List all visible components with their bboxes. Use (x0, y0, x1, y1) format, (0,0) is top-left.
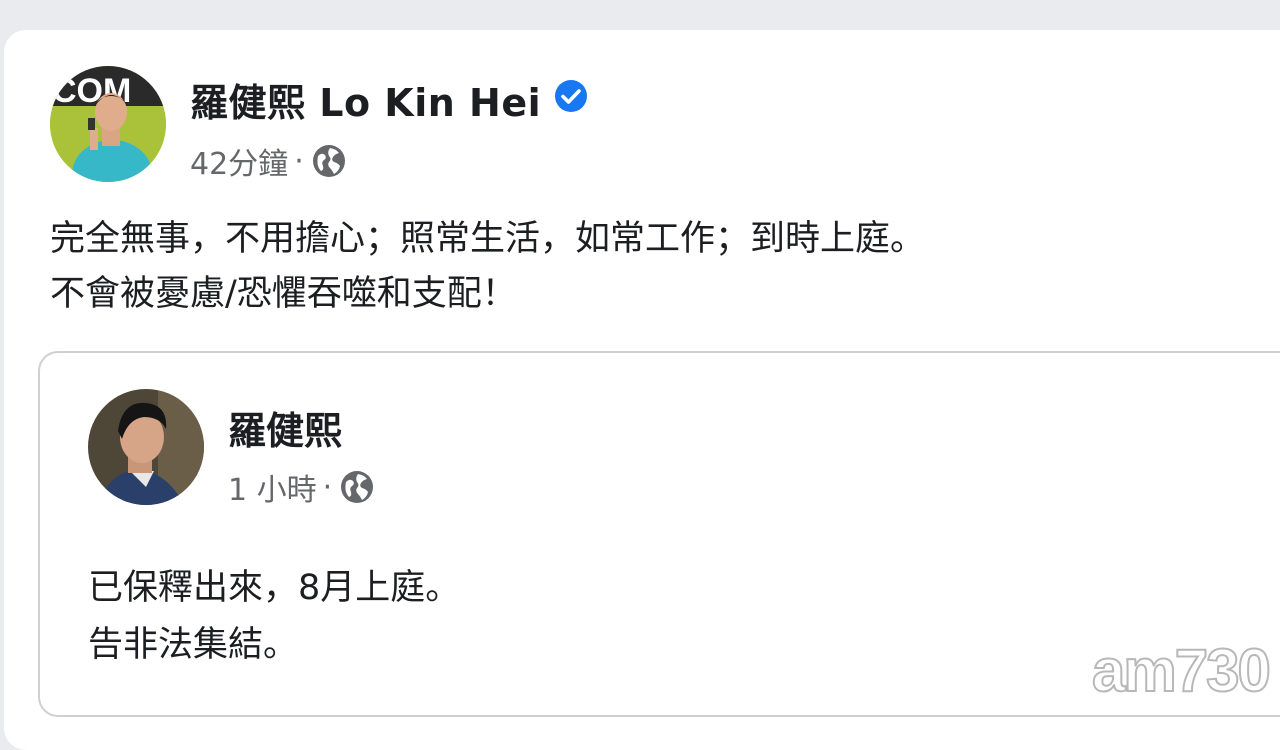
globe-icon[interactable] (340, 470, 374, 504)
author-name[interactable]: 羅健熙 Lo Kin Hei (190, 72, 541, 127)
post-text-line: 完全無事，不用擔心；照常生活，如常工作；到時上庭。 (50, 219, 926, 259)
shared-author-name[interactable]: 羅健熙 (228, 400, 342, 455)
am730-watermark-logo: am730 (1091, 636, 1272, 705)
shared-post-meta: 1 小時 · (228, 465, 374, 509)
shared-post-text-line: 已保釋出來，8月上庭。 (88, 568, 461, 608)
globe-icon[interactable] (312, 144, 346, 178)
shared-post-body: 已保釋出來，8月上庭。 告非法集結。 (88, 560, 460, 674)
shared-author-avatar[interactable] (88, 389, 204, 505)
shared-post-timestamp[interactable]: 1 小時 (228, 465, 317, 509)
post-meta: 42分鐘 · (190, 139, 346, 183)
meta-separator: · (294, 143, 304, 179)
author-avatar[interactable]: COM (50, 66, 166, 182)
post-body: 完全無事，不用擔心；照常生活，如常工作；到時上庭。 不會被憂慮/恐懼吞噬和支配！ (50, 212, 925, 322)
post-text-line: 不會被憂慮/恐懼吞噬和支配！ (50, 274, 517, 314)
meta-separator: · (322, 469, 333, 505)
post-timestamp[interactable]: 42分鐘 (190, 139, 288, 183)
shared-post-text-line: 告非法集結。 (88, 625, 299, 665)
verified-badge-icon (554, 79, 588, 113)
